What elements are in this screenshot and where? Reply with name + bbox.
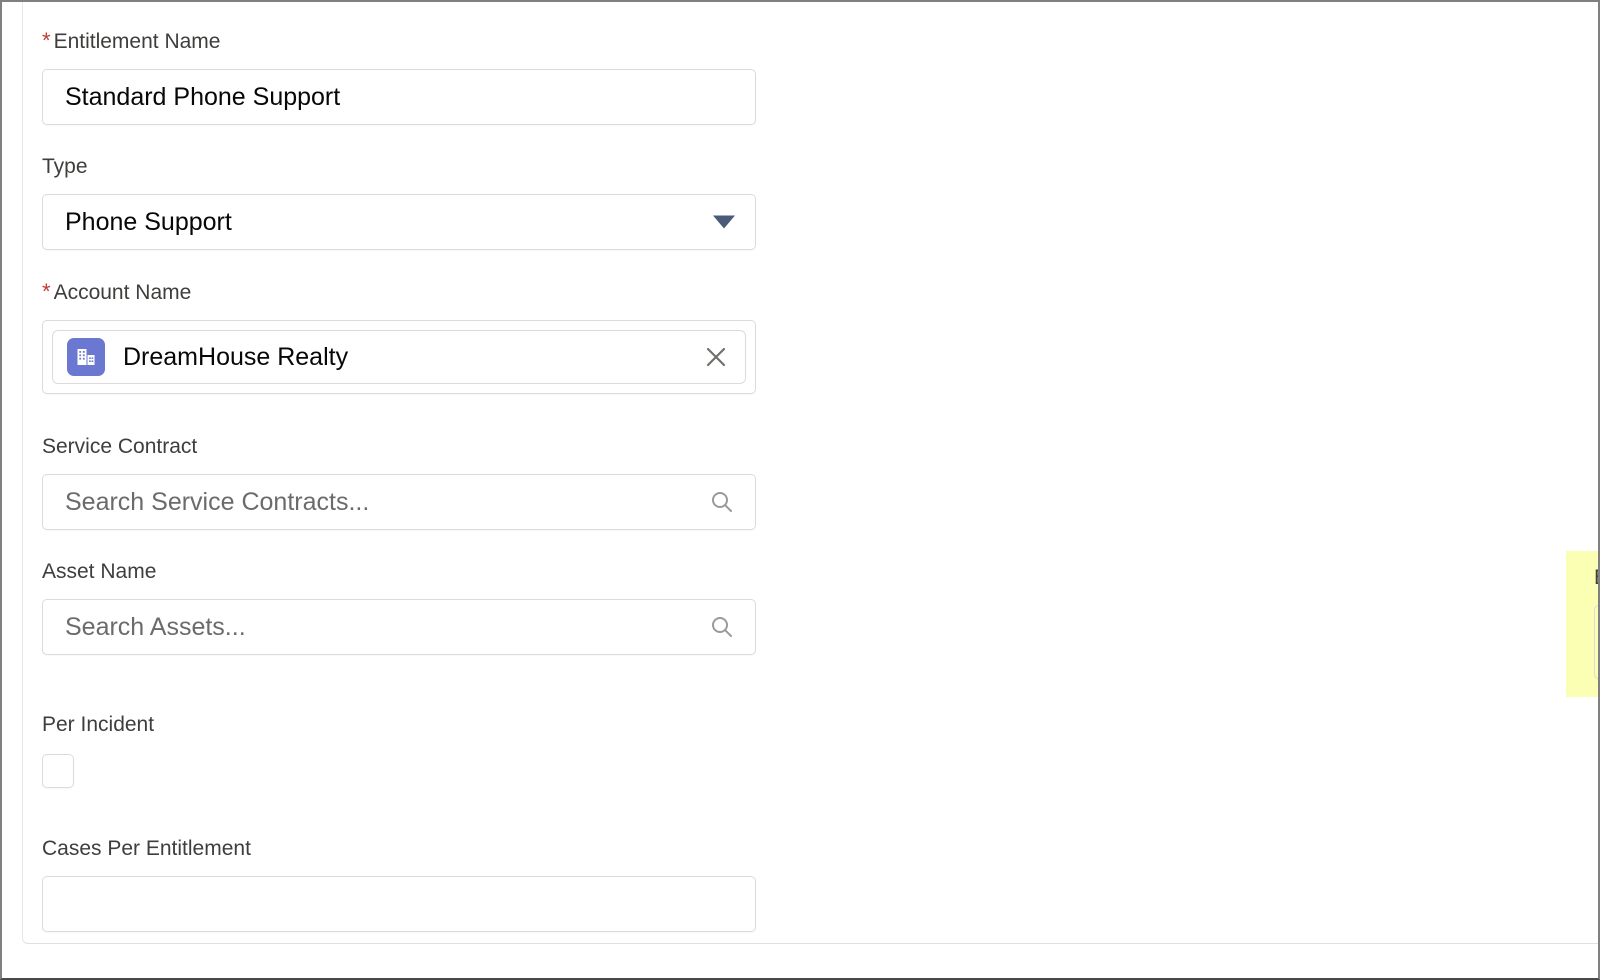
label-type: Type bbox=[42, 155, 88, 178]
cases-per-entitlement-input[interactable] bbox=[42, 876, 756, 932]
entitlement-name-value: Standard Phone Support bbox=[65, 83, 341, 111]
field-per-incident: Per Incident bbox=[42, 712, 756, 788]
label-per-incident: Per Incident bbox=[42, 713, 155, 736]
field-asset-name: Asset Name Search Assets... bbox=[42, 559, 756, 655]
label-entitlement-process: Entitlement Process bbox=[1594, 565, 1598, 591]
field-cases-per-entitlement: Cases Per Entitlement bbox=[42, 836, 756, 932]
asset-name-placeholder: Search Assets... bbox=[65, 613, 246, 641]
label-text: Account Name bbox=[53, 281, 192, 304]
account-name-lookup[interactable]: DreamHouse Realty bbox=[42, 320, 756, 394]
label-text: Entitlement Name bbox=[53, 30, 221, 53]
entitlement-process-lookup[interactable]: Standard Support bbox=[1594, 605, 1598, 679]
type-value: Phone Support bbox=[65, 208, 232, 236]
entitlement-name-input[interactable]: Standard Phone Support bbox=[42, 69, 756, 125]
entitlement-edit-form: * Entitlement Name Standard Phone Support… bbox=[0, 0, 1600, 980]
field-account-name: * Account Name DreamHouse Realty bbox=[42, 279, 756, 394]
type-picklist[interactable]: Phone Support bbox=[42, 194, 756, 250]
label-service-contract: Service Contract bbox=[42, 435, 198, 458]
account-building-icon bbox=[67, 338, 105, 376]
required-asterisk: * bbox=[42, 28, 51, 53]
asset-name-search-input[interactable]: Search Assets... bbox=[42, 599, 756, 655]
close-icon[interactable] bbox=[703, 344, 729, 370]
label-entitlement-name: * Entitlement Name bbox=[42, 28, 756, 55]
chevron-down-icon[interactable] bbox=[713, 215, 735, 229]
field-service-contract: Service Contract Search Service Contract… bbox=[42, 434, 756, 530]
search-icon[interactable] bbox=[709, 614, 735, 640]
account-name-pill[interactable]: DreamHouse Realty bbox=[52, 330, 746, 384]
field-type: Type Phone Support bbox=[42, 154, 756, 250]
label-account-name: * Account Name bbox=[42, 279, 756, 306]
per-incident-checkbox[interactable] bbox=[42, 754, 74, 788]
service-contract-placeholder: Search Service Contracts... bbox=[65, 488, 370, 516]
field-entitlement-name: * Entitlement Name Standard Phone Support bbox=[42, 28, 756, 125]
search-icon[interactable] bbox=[709, 489, 735, 515]
label-cases-per-entitlement: Cases Per Entitlement bbox=[42, 837, 251, 860]
account-name-value: DreamHouse Realty bbox=[123, 343, 349, 371]
label-asset-name: Asset Name bbox=[42, 560, 157, 583]
field-entitlement-process: Entitlement Process bbox=[1566, 551, 1598, 697]
service-contract-search-input[interactable]: Search Service Contracts... bbox=[42, 474, 756, 530]
required-asterisk: * bbox=[42, 279, 51, 304]
